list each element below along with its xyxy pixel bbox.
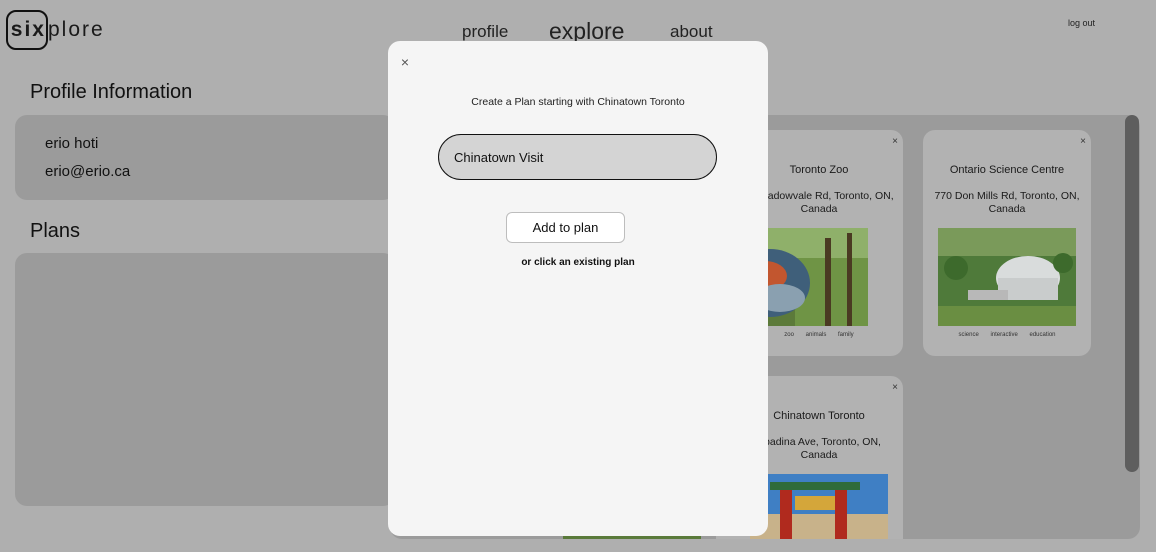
place-card[interactable]: × Ontario Science Centre 770 Don Mills R… [923, 130, 1091, 356]
card-title: Ontario Science Centre [949, 164, 1065, 176]
profile-name: erio hoti [45, 135, 99, 152]
tag: education [1029, 332, 1056, 338]
tag: animals [805, 332, 827, 338]
explore-scrollbar[interactable] [1125, 115, 1139, 472]
nav-about[interactable]: about [670, 22, 713, 42]
profile-email: erio@erio.ca [45, 163, 131, 180]
chinatown-photo [750, 474, 888, 539]
tag: zoo [784, 332, 794, 338]
card-close-icon[interactable]: × [892, 136, 898, 147]
tag: interactive [990, 332, 1018, 338]
add-to-plan-button[interactable]: Add to plan [506, 212, 625, 243]
tag: family [838, 332, 854, 338]
nav-profile[interactable]: profile [462, 22, 508, 42]
plan-name-input[interactable] [438, 134, 717, 180]
plans-panel [15, 253, 395, 506]
card-close-icon[interactable]: × [1080, 136, 1086, 147]
plans-section-title: Plans [30, 220, 81, 242]
profile-section-title: Profile Information [30, 81, 193, 103]
card-close-icon[interactable]: × [892, 382, 898, 393]
existing-plan-hint: or click an existing plan [521, 257, 635, 268]
science-centre-photo [938, 228, 1076, 326]
create-plan-modal: × Create a Plan starting with Chinatown … [388, 41, 768, 536]
card-address: 770 Don Mills Rd, Toronto, ON, Canada [934, 190, 1080, 215]
profile-panel: erio hoti erio@erio.ca [15, 115, 395, 200]
card-tags: science interactive education [923, 332, 1091, 338]
logout-link[interactable]: log out [1068, 18, 1095, 28]
tag: science [958, 332, 979, 338]
close-icon[interactable]: × [398, 55, 412, 69]
modal-title: Create a Plan starting with Chinatown To… [471, 96, 685, 108]
